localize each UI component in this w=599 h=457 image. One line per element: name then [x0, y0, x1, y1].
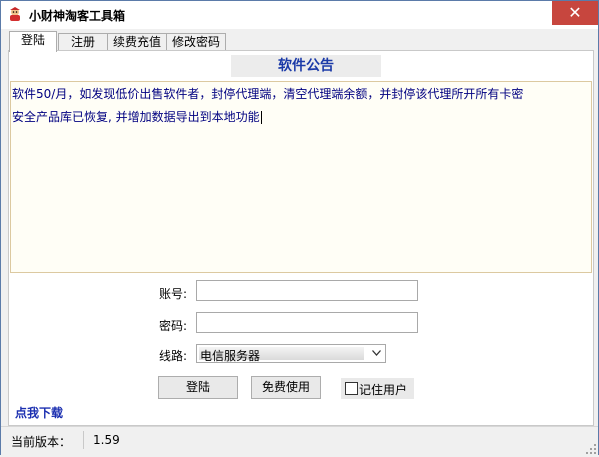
remember-user-checkbox[interactable] [345, 382, 358, 395]
notice-line-2-text: 安全产品库已恢复, 并增加数据导出到本地功能 [12, 110, 260, 124]
title-bar[interactable]: 小财神淘客工具箱 ✕ [1, 1, 598, 29]
notice-textarea[interactable]: 软件50/月，如发现低价出售软件者，封停代理端，清空代理端余额，并封停该代理所开… [10, 81, 592, 273]
login-button[interactable]: 登陆 [158, 376, 238, 399]
status-divider [83, 431, 84, 449]
resize-grip-icon[interactable] [586, 443, 596, 454]
god-of-wealth-icon [7, 6, 23, 22]
tab-change-password[interactable]: 修改密码 [166, 33, 226, 51]
tab-recharge[interactable]: 续费充值 [107, 33, 167, 51]
tab-register[interactable]: 注册 [58, 33, 108, 51]
tab-login[interactable]: 登陆 [9, 31, 57, 52]
remember-user-label: 记住用户 [359, 383, 408, 397]
version-label: 当前版本： [11, 435, 72, 449]
login-panel: 软件公告 软件50/月，如发现低价出售软件者，封停代理端，清空代理端余额，并封停… [8, 50, 594, 426]
download-link[interactable]: 点我下载 [15, 404, 63, 421]
notice-line-2: 安全产品库已恢复, 并增加数据导出到本地功能 [12, 108, 262, 125]
account-input[interactable] [196, 280, 418, 301]
status-bar: 当前版本： 1.59 [1, 426, 598, 455]
line-select[interactable]: 电信服务器 [196, 344, 386, 363]
password-input[interactable] [196, 312, 418, 333]
close-icon: ✕ [568, 3, 582, 22]
account-label: 账号: [159, 287, 188, 301]
window-title: 小财神淘客工具箱 [29, 9, 126, 23]
line-label: 线路: [159, 349, 188, 363]
app-window: 小财神淘客工具箱 ✕ 登陆 注册 续费充值 修改密码 软件公告 软件50/月，如… [0, 0, 599, 455]
notice-line-1: 软件50/月，如发现低价出售软件者，封停代理端，清空代理端余额，并封停该代理所开… [12, 87, 524, 101]
line-select-value: 电信服务器 [200, 349, 261, 363]
free-use-button[interactable]: 免费使用 [251, 376, 321, 399]
version-value: 1.59 [93, 433, 120, 447]
text-caret [260, 111, 262, 124]
chevron-down-icon[interactable] [369, 345, 383, 362]
notice-title: 软件公告 [231, 55, 381, 77]
close-button[interactable]: ✕ [552, 1, 598, 25]
remember-user-toggle[interactable]: 记住用户 [341, 378, 414, 399]
password-label: 密码: [159, 319, 188, 333]
